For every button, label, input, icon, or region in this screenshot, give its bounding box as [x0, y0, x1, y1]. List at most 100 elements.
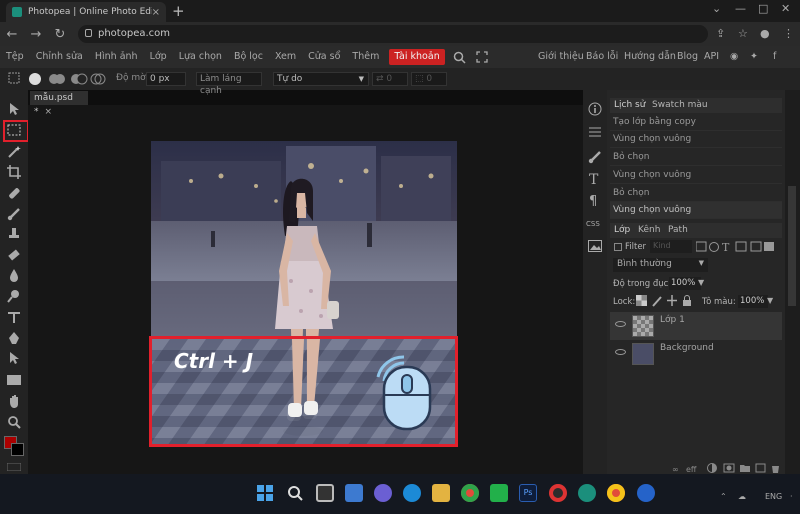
share-icon[interactable]: ⇪	[716, 27, 725, 40]
close-window-button[interactable]: ✕	[781, 2, 790, 15]
search-icon[interactable]	[453, 51, 466, 64]
about-link[interactable]: Giới thiệu	[538, 46, 584, 68]
new-tab-button[interactable]: +	[172, 2, 185, 20]
image-panel-icon[interactable]	[588, 240, 602, 252]
reddit-icon[interactable]: ◉	[730, 46, 738, 68]
background-color-swatch[interactable]	[11, 443, 24, 456]
menu-icon[interactable]: ⋮	[783, 27, 794, 40]
tab-layers[interactable]: Lớp	[614, 225, 630, 235]
zoom-tool-icon[interactable]	[5, 415, 23, 429]
tray-chevron-icon[interactable]: ⌃	[720, 492, 727, 501]
fill-dropdown-icon[interactable]: ▼	[767, 296, 773, 305]
account-button[interactable]: Tài khoản	[389, 49, 445, 65]
tab-history[interactable]: Lịch sử	[614, 100, 645, 110]
line-icon[interactable]	[490, 484, 508, 502]
history-item[interactable]: Vùng chọn vuông	[610, 131, 782, 148]
tutorial-link[interactable]: Hướng dẫn	[624, 46, 676, 68]
menu-window[interactable]: Cửa sổ	[302, 46, 346, 68]
menu-layer[interactable]: Lớp	[144, 46, 173, 68]
brush-panel-icon[interactable]	[588, 150, 602, 164]
tab-search-icon[interactable]: ⌄	[712, 2, 721, 15]
move-tool-icon[interactable]	[5, 102, 23, 116]
blog-link[interactable]: Blog	[677, 46, 698, 68]
eraser-tool-icon[interactable]	[5, 248, 23, 262]
profile-icon[interactable]: ●	[760, 27, 770, 40]
photoshop-icon[interactable]: Ps	[519, 484, 537, 502]
type-tool-icon[interactable]	[5, 310, 23, 324]
layer-row[interactable]: Background	[610, 340, 782, 368]
reload-icon[interactable]: ↻	[48, 27, 72, 42]
scrollbar-thumb[interactable]	[788, 186, 796, 306]
crop-tool-icon[interactable]	[5, 165, 23, 179]
menu-filter[interactable]: Bộ lọc	[228, 46, 269, 68]
path-select-tool-icon[interactable]	[5, 351, 23, 365]
layer-footer-icons[interactable]: ∞ eff	[672, 463, 784, 473]
network-icon[interactable]: ·	[790, 492, 793, 501]
filter-type-icons[interactable]: T	[696, 241, 776, 253]
minimize-button[interactable]: —	[735, 2, 746, 15]
language-indicator[interactable]: ENG	[765, 492, 782, 501]
feather-input[interactable]: 0 px	[146, 72, 186, 86]
menu-view[interactable]: Xem	[269, 46, 302, 68]
height-input[interactable]: ⬚ 0	[411, 72, 447, 86]
maximize-button[interactable]: □	[758, 2, 768, 15]
chrome-icon[interactable]	[461, 484, 479, 502]
menu-image[interactable]: Hình ảnh	[89, 46, 144, 68]
info-icon[interactable]	[588, 102, 602, 116]
hand-tool-icon[interactable]	[5, 394, 23, 408]
pen-tool-icon[interactable]	[5, 331, 23, 345]
filter-kind-select[interactable]: Kind	[650, 240, 692, 253]
zalo-icon[interactable]	[637, 484, 655, 502]
refine-edge-button[interactable]: Làm láng cạnh	[196, 72, 262, 96]
history-item[interactable]: Tạo lớp bằng copy	[610, 114, 782, 131]
history-item[interactable]: Bỏ chọn	[610, 185, 782, 202]
character-panel-icon[interactable]: T	[589, 172, 598, 188]
history-item-active[interactable]: Vùng chọn vuông	[610, 202, 782, 219]
report-bug-link[interactable]: Báo lỗi	[586, 46, 618, 68]
menu-file[interactable]: Tệp	[0, 46, 30, 68]
selection-mode-new-icon[interactable]	[28, 72, 42, 86]
widgets-icon[interactable]	[345, 484, 363, 502]
history-item[interactable]: Bỏ chọn	[610, 149, 782, 166]
layer-row-selected[interactable]: Lớp 1	[610, 312, 782, 340]
twitter-icon[interactable]: ✦	[750, 46, 758, 68]
task-view-icon[interactable]	[316, 484, 334, 502]
document-close-icon[interactable]: ×	[45, 107, 53, 117]
css-panel-icon[interactable]: CSS	[586, 220, 600, 228]
teams-chat-icon[interactable]	[374, 484, 392, 502]
brush-tool-icon[interactable]	[5, 207, 23, 221]
menu-edit[interactable]: Chỉnh sửa	[30, 46, 89, 68]
tab-swatches[interactable]: Swatch màu	[652, 100, 708, 110]
selection-mode-add-icon[interactable]	[48, 72, 68, 86]
fullscreen-icon[interactable]	[476, 51, 488, 63]
photopea-taskbar-icon[interactable]	[578, 484, 596, 502]
properties-icon[interactable]	[588, 126, 602, 138]
visibility-eye-icon[interactable]	[615, 321, 626, 327]
fill-input[interactable]: 100%	[738, 295, 768, 308]
document-tab[interactable]: mẫu.psd * ×	[30, 91, 88, 117]
url-input[interactable]: photopea.com	[78, 25, 708, 43]
visibility-eye-icon[interactable]	[615, 349, 626, 355]
filter-checkbox[interactable]	[614, 243, 622, 251]
app-icon[interactable]	[549, 484, 567, 502]
browser-tab[interactable]: Photopea | Online Photo Editor ×	[6, 2, 166, 22]
opacity-input[interactable]: 100%	[669, 277, 701, 290]
quick-mask-icon[interactable]	[7, 463, 21, 471]
lock-icons[interactable]	[636, 295, 694, 307]
marquee-tool-option-icon[interactable]	[8, 72, 20, 84]
rectangle-tool-icon[interactable]	[5, 373, 23, 387]
back-icon[interactable]: ←	[0, 27, 24, 42]
taskbar-search-icon[interactable]	[286, 484, 304, 502]
dodge-tool-icon[interactable]	[5, 289, 23, 303]
cloud-icon[interactable]: ☁	[738, 492, 746, 501]
blur-tool-icon[interactable]	[5, 268, 23, 282]
healing-brush-tool-icon[interactable]	[5, 186, 23, 200]
tab-channels[interactable]: Kênh	[638, 225, 660, 235]
clone-stamp-tool-icon[interactable]	[5, 227, 23, 241]
forward-icon[interactable]: →	[24, 27, 48, 42]
tab-paths[interactable]: Path	[668, 225, 688, 235]
style-select[interactable]: Tự do ▼	[273, 72, 369, 86]
selection-mode-intersect-icon[interactable]	[90, 72, 106, 86]
tab-close-icon[interactable]: ×	[152, 7, 160, 18]
opacity-dropdown-icon[interactable]: ▼	[698, 278, 704, 287]
